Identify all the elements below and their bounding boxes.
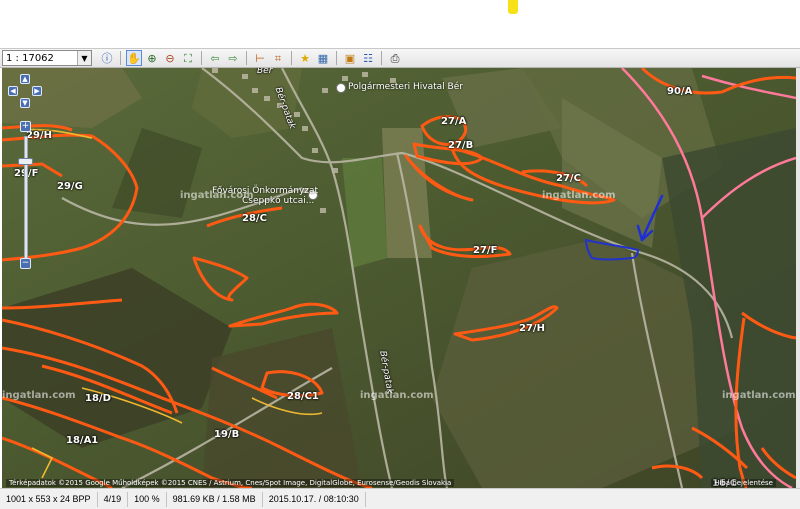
parcel-label-19B: 19/B xyxy=(214,429,240,440)
layers-icon[interactable]: ☷ xyxy=(360,50,376,66)
zoom-slider-thumb[interactable] xyxy=(18,158,33,165)
status-datetime: 2015.10.17. / 08:10:30 xyxy=(263,491,366,507)
map-attribution: Térképadatok ©2015 Google Műholdképek ©2… xyxy=(6,479,455,487)
watermark: ingatlan.com xyxy=(542,190,616,201)
scale-value: 1 : 17062 xyxy=(6,52,54,64)
zoom-in-button[interactable]: + xyxy=(20,121,31,132)
zoom-out-button[interactable]: − xyxy=(20,258,31,269)
parcel-label-27B: 27/B xyxy=(448,140,474,151)
status-zoom: 100 % xyxy=(128,491,167,507)
parcel-label-27F: 27/F xyxy=(473,245,498,256)
map-navigation-control: ▲ ◀ ▶ ▼ + − xyxy=(8,74,42,274)
toolbar-separator xyxy=(291,51,292,65)
pan-left-icon[interactable]: ◀ xyxy=(8,86,18,96)
yellow-marker xyxy=(508,0,518,14)
report-error-link[interactable]: Hiba bejelentése xyxy=(711,479,776,487)
parcel-label-18D: 18/D xyxy=(85,393,111,404)
status-dimensions: 1001 x 553 x 24 BPP xyxy=(0,491,98,507)
parcel-label-27H: 27/H xyxy=(519,323,545,334)
info-icon[interactable]: ⓘ xyxy=(99,50,115,66)
export-icon[interactable]: ▣ xyxy=(342,50,358,66)
measure-icon[interactable]: ⊢ xyxy=(252,50,268,66)
satellite-map[interactable]: 90/A 27/A 27/B 27/C 29/H 29/F 29/G 28/C … xyxy=(2,68,796,488)
status-page: 4/19 xyxy=(98,491,129,507)
pan-up-icon[interactable]: ▲ xyxy=(20,74,30,84)
watermark: ingatlan.com xyxy=(2,390,76,401)
map-imagery xyxy=(2,68,796,488)
status-filesize: 981.69 KB / 1.58 MB xyxy=(167,491,263,507)
parcel-label-29G: 29/G xyxy=(57,181,83,192)
bookmark-star-icon[interactable]: ★ xyxy=(297,50,313,66)
parcel-label-27C: 27/C xyxy=(556,173,581,184)
pan-right-icon[interactable]: ▶ xyxy=(32,86,42,96)
zoom-out-icon[interactable]: ⊖ xyxy=(162,50,178,66)
pan-hand-icon[interactable]: ✋ xyxy=(126,50,142,66)
toolbar-separator xyxy=(246,51,247,65)
toolbar-separator xyxy=(336,51,337,65)
print-icon[interactable]: ⎙ xyxy=(387,50,403,66)
village-label: Bér xyxy=(257,68,273,76)
zoom-in-icon[interactable]: ⊕ xyxy=(144,50,160,66)
parcel-label-90A: 90/A xyxy=(667,86,693,97)
parcel-label-28C: 28/C xyxy=(242,213,267,224)
map-toolbar: 1 : 17062 ▼ ⓘ ✋ ⊕ ⊖ ⛶ ⇦ ⇨ ⊢ ⌗ ★ ▦ ▣ ☷ ⎙ xyxy=(0,48,800,68)
fit-extent-icon[interactable]: ⛶ xyxy=(180,50,196,66)
status-bar: 1001 x 553 x 24 BPP 4/19 100 % 981.69 KB… xyxy=(0,488,800,509)
scale-select[interactable]: 1 : 17062 ▼ xyxy=(2,50,92,66)
zoom-slider[interactable] xyxy=(24,136,28,262)
watermark: ingatlan.com xyxy=(722,390,796,401)
top-band xyxy=(0,0,800,48)
right-scrollbar[interactable] xyxy=(796,68,800,488)
toolbar-separator xyxy=(381,51,382,65)
poi-label-town-hall[interactable]: Polgármesteri Hivatal Bér xyxy=(348,82,463,92)
pan-down-icon[interactable]: ▼ xyxy=(20,98,30,108)
parcel-label-18A1: 18/A1 xyxy=(66,435,99,446)
image-icon[interactable]: ▦ xyxy=(315,50,331,66)
watermark: ingatlan.com xyxy=(180,190,254,201)
parcel-label-28C1: 28/C1 xyxy=(287,391,319,402)
back-arrow-icon[interactable]: ⇦ xyxy=(207,50,223,66)
crop-icon[interactable]: ⌗ xyxy=(270,50,286,66)
forward-arrow-icon[interactable]: ⇨ xyxy=(225,50,241,66)
parcel-label-27A: 27/A xyxy=(441,116,467,127)
chevron-down-icon[interactable]: ▼ xyxy=(77,51,91,65)
toolbar-separator xyxy=(201,51,202,65)
toolbar-separator xyxy=(120,51,121,65)
watermark: ingatlan.com xyxy=(360,390,434,401)
